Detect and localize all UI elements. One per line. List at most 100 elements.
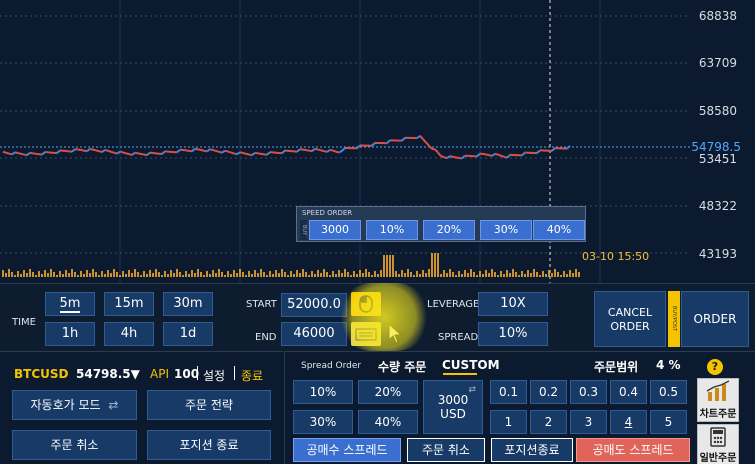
time-1d-button[interactable]: 1d [163,322,213,346]
qty-20pct-button[interactable]: 20% [358,380,418,404]
volume-bar [275,270,277,277]
chart-order-icon [706,380,730,401]
exit-link[interactable]: 종료 [241,367,263,384]
price-candle [194,147,199,151]
mouse-mode-button[interactable] [351,292,381,316]
cancel-order-right-button[interactable]: 주문 취소 [407,438,485,462]
sell-spread-button[interactable]: 공매도 스프레드 [576,438,690,462]
price-candle [455,156,460,159]
volume-bar [362,273,364,277]
cancel-order-left-button[interactable]: 주문 취소 [12,430,137,460]
speed-order-40pct-button[interactable]: 40% [533,220,585,240]
volume-bar [224,275,226,277]
range-0.2-button[interactable]: 0.2 [530,380,567,404]
spread-order-label: Spread Order [301,361,362,371]
help-icon[interactable]: ? [707,359,723,375]
volume-bar [467,273,469,277]
price-candle [500,154,505,158]
volume-bar [86,270,88,277]
close-position-button[interactable]: 포지션 종료 [147,430,271,460]
volume-bar [245,275,247,277]
price-candle [329,148,334,152]
volume-bar [272,274,274,277]
spread-input[interactable]: 10% [478,322,548,346]
volume-bar [389,255,391,277]
speed-order-30pct-button[interactable]: 30% [480,220,532,240]
volume-bar [524,274,526,277]
volume-bar [230,274,232,277]
time-1h-button[interactable]: 1h [45,322,95,346]
refresh-icon: ⇄ [468,385,476,395]
chart-order-button[interactable]: 차트주문 [697,378,739,422]
end-price-input[interactable]: 46000 [281,322,347,346]
volume-bar [500,271,502,277]
volume-bar [269,271,271,277]
volume-bar [419,274,421,277]
volume-bar [131,273,133,277]
price-candle [89,147,94,151]
qty-10pct-button[interactable]: 10% [293,380,353,404]
range-5-button[interactable]: 5 [650,410,687,434]
volume-bar [281,269,283,277]
volume-bar [107,270,109,277]
price-candle [215,149,220,153]
volume-bar [143,271,145,277]
volume-bar [125,274,127,277]
qty-40pct-button[interactable]: 40% [358,410,418,434]
settings-link[interactable]: 설정 [203,367,225,384]
volume-bar [314,274,316,277]
close-position-right-button[interactable]: 포지션종료 [491,438,573,462]
range-0.1-button[interactable]: 0.1 [490,380,527,404]
volume-bar [311,271,313,277]
volume-bar [8,269,10,277]
speed-order-10pct-button[interactable]: 10% [366,220,418,240]
start-price-input[interactable]: 52000.0 [281,293,347,317]
range-2-button[interactable]: 2 [530,410,567,434]
range-0.5-button[interactable]: 0.5 [650,380,687,404]
volume-bar [356,274,358,277]
price-candle [131,151,136,156]
volume-bar [572,273,574,277]
custom-label: CUSTOM [442,358,500,372]
volume-bar [44,270,46,277]
price-candle [107,149,112,153]
keyboard-mode-button[interactable] [351,322,381,346]
buy-spread-button[interactable]: 공매수 스프레드 [293,438,401,462]
range-1-button[interactable]: 1 [490,410,527,434]
range-0.3-button[interactable]: 0.3 [570,380,607,404]
price-candle [497,153,502,157]
auto-mode-button[interactable]: 자동호가 모드 ⇄ [12,390,137,420]
volume-bar [578,272,580,277]
range-0.4-button[interactable]: 0.4 [610,380,647,404]
time-15m-button[interactable]: 15m [104,292,154,316]
volume-bar [461,274,463,277]
usd-amount-button[interactable]: ⇄ 3000 USD [423,380,483,434]
volume-bar [542,271,544,277]
speed-order-20pct-button[interactable]: 20% [423,220,475,240]
time-30m-button[interactable]: 30m [163,292,213,316]
price-candle [437,151,442,157]
range-label: 주문범위 [594,360,639,374]
leverage-input[interactable]: 10X [478,292,548,316]
volume-bar [113,269,115,277]
order-strategy-button[interactable]: 주문 전략 [147,390,271,420]
price-candle [440,155,445,159]
qty-30pct-button[interactable]: 30% [293,410,353,434]
speed-order-3000-button[interactable]: 3000 [309,220,361,240]
volume-bar [38,271,40,277]
time-5m-button[interactable]: 5m [45,292,95,316]
price-candle [419,135,424,140]
range-4-button[interactable]: 4 [610,410,647,434]
volume-bar [122,271,124,277]
range-3-button[interactable]: 3 [570,410,607,434]
order-button[interactable]: ORDER [681,291,749,347]
price-candle [134,151,139,155]
price-candle [425,141,430,147]
price-chart[interactable]: 68838 63709 58580 54798.5 53451 48322 43… [0,0,755,283]
cancel-order-button[interactable]: CANCEL ORDER [594,291,666,347]
time-4h-button[interactable]: 4h [104,322,154,346]
volume-bar [62,274,64,277]
volume-bar [473,272,475,277]
normal-order-button[interactable]: 일반주문 [697,424,739,464]
volume-bar [350,275,352,277]
